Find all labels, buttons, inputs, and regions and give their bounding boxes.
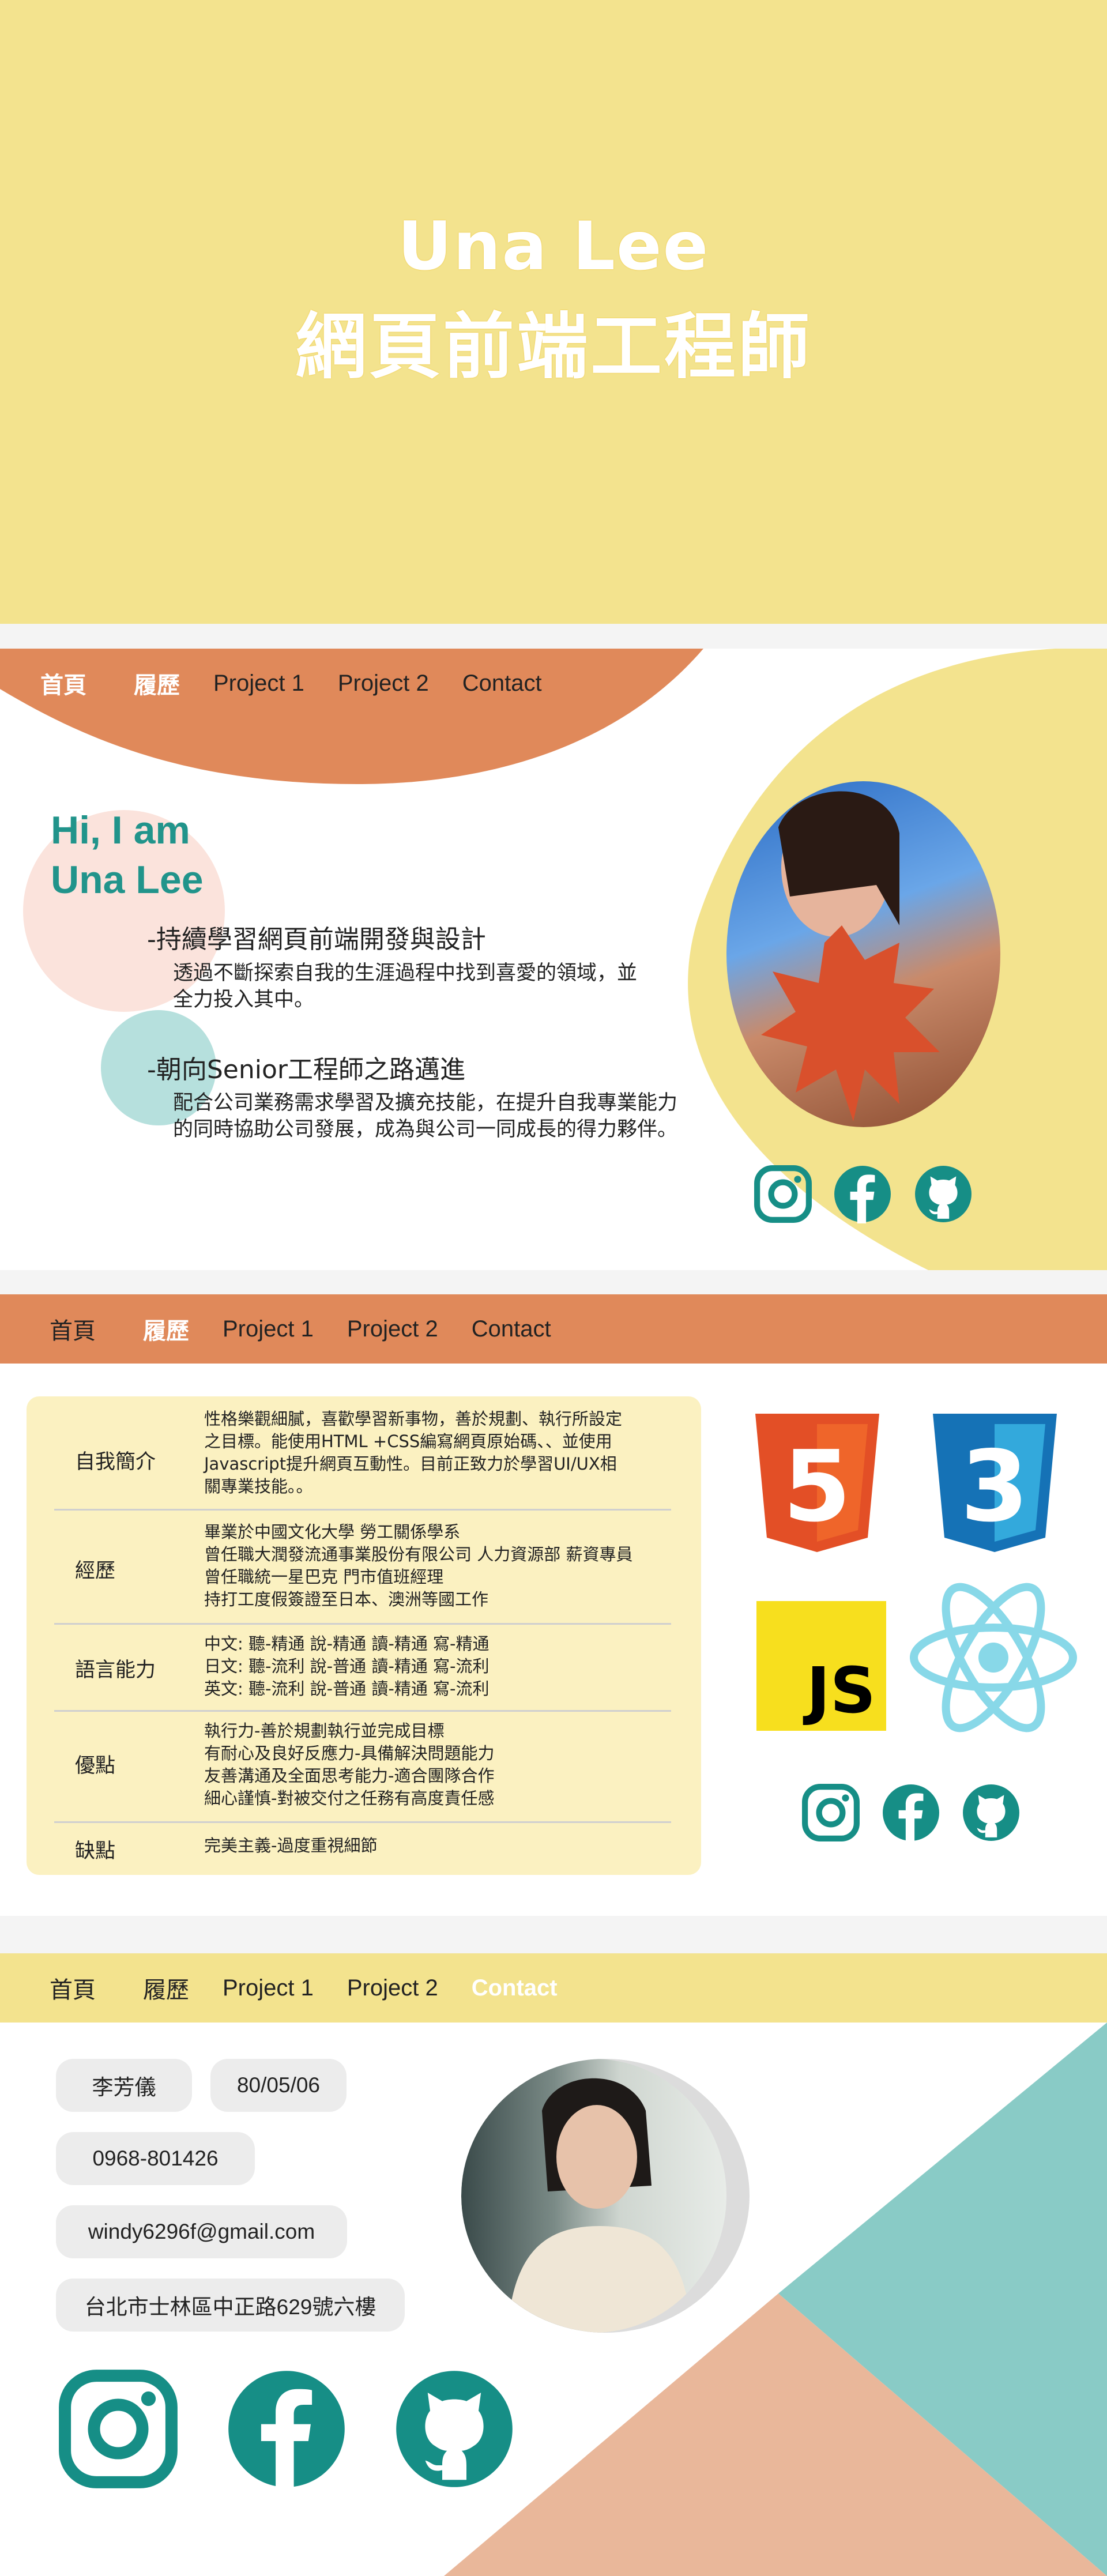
nav-project-1[interactable]: Project 1: [223, 1316, 314, 1342]
hero-role: 網頁前端工程師: [295, 306, 812, 389]
nav-project-2[interactable]: Project 2: [347, 1975, 438, 2001]
contact-photo: [461, 2059, 726, 2333]
nav-project-2[interactable]: Project 2: [338, 671, 429, 696]
resume-row-strengths: 優點 執行力-善於規劃執行並完成目標 有耐心及良好反應力-具備解決問題能力 友善溝通…: [54, 1712, 671, 1823]
resume-row-experience: 經歷 畢業於中國文化大學 勞工關係學系 曾任職大潤發流通事業股份有限公司 人力資源…: [54, 1511, 671, 1625]
row-label: 缺點: [75, 1840, 116, 1863]
contact-photo-frame: [461, 2059, 750, 2333]
goal-title-1: -持續學習網頁前端開發與設計: [147, 925, 486, 954]
hero-name: Una Lee: [397, 208, 710, 285]
nav-resume[interactable]: 履歷: [134, 666, 180, 700]
main-nav: 首頁 履歷 Project 1 Project 2 Contact: [0, 649, 634, 718]
nav-project-1[interactable]: Project 1: [213, 671, 304, 696]
portrait-image: [507, 2078, 692, 2333]
resume-row-weakness: 缺點 完美主義-過度重視細節: [54, 1823, 671, 1869]
maple-leaf-image: [761, 791, 940, 1121]
row-label: 語言能力: [75, 1659, 156, 1682]
greeting-line-2: Una Lee: [51, 858, 204, 902]
goal-title-2: -朝向Senior工程師之路邁進: [147, 1055, 465, 1084]
nav-resume[interactable]: 履歷: [143, 1971, 189, 2005]
nav-contact[interactable]: Contact: [472, 1316, 551, 1342]
greeting-line-1: Hi, I am: [51, 808, 190, 852]
instagram-icon[interactable]: [754, 1165, 812, 1223]
resume-row-language: 語言能力 中文: 聽-精通 說-精通 讀-精通 寫-精通 日文: 聽-流利 說-普…: [54, 1625, 671, 1712]
facebook-icon[interactable]: [833, 1165, 892, 1223]
contact-address: 台北市士林區中正路629號六樓: [56, 2279, 405, 2332]
css3-logo-icon: 3: [933, 1414, 1057, 1552]
instagram-icon[interactable]: [801, 1783, 860, 1842]
row-text: 執行力-善於規劃執行並完成目標 有耐心及良好反應力-具備解決問題能力 友善溝通及全面…: [204, 1721, 495, 1808]
nav-project-1[interactable]: Project 1: [223, 1975, 314, 2001]
contact-name: 李芳儀: [56, 2059, 192, 2112]
about-section: 首頁 履歷 Project 1 Project 2 Contact Hi, I …: [0, 649, 1107, 1270]
hero-banner: Una Lee 網頁前端工程師: [0, 0, 1107, 624]
facebook-icon[interactable]: [882, 1783, 940, 1842]
row-text: 畢業於中國文化大學 勞工關係學系 曾任職大潤發流通事業股份有限公司 人力資源部 薪…: [204, 1522, 633, 1609]
row-text: 完美主義-過度重視細節: [204, 1836, 378, 1855]
nav-resume[interactable]: 履歷: [143, 1312, 189, 1346]
row-label: 優點: [75, 1754, 116, 1777]
goal-text-1: 透過不斷探索自我的生涯過程中找到喜愛的領域，並全力投入其中。: [173, 962, 638, 1011]
facebook-icon[interactable]: [226, 2368, 347, 2490]
row-label: 經歷: [75, 1560, 116, 1583]
nav-contact[interactable]: Contact: [472, 1975, 558, 2001]
react-logo-icon: [910, 1583, 1077, 1733]
nav-home[interactable]: 首頁: [40, 666, 86, 700]
contact-nav: 首頁 履歷 Project 1 Project 2 Contact: [0, 1953, 634, 2023]
resume-card: 自我簡介 性格樂觀細膩，喜歡學習新事物，善於規劃、執行所設定 之目標。能使用HTM…: [27, 1396, 701, 1875]
github-icon[interactable]: [962, 1783, 1021, 1842]
resume-section: 首頁 履歷 Project 1 Project 2 Contact 自我簡介 性…: [0, 1294, 1107, 1916]
profile-photo: [726, 781, 1000, 1127]
row-text: 性格樂觀細膩，喜歡學習新事物，善於規劃、執行所設定 之目標。能使用HTML +CS…: [204, 1409, 623, 1496]
nav-home[interactable]: 首頁: [50, 1971, 96, 2005]
javascript-logo-icon: JS: [756, 1601, 886, 1731]
svg-text:3: 3: [961, 1430, 1029, 1544]
github-icon[interactable]: [914, 1165, 973, 1223]
nav-home[interactable]: 首頁: [50, 1312, 96, 1346]
html5-logo-icon: 5: [755, 1414, 879, 1552]
goal-text-2: 配合公司業務需求學習及擴充技能，在提升自我專業能力的同時協助公司發展，成為與公司…: [173, 1091, 678, 1141]
contact-section: 首頁 履歷 Project 1 Project 2 Contact 李芳儀 80…: [0, 1953, 1107, 2576]
svg-text:5: 5: [783, 1430, 851, 1544]
nav-project-2[interactable]: Project 2: [347, 1316, 438, 1342]
instagram-icon[interactable]: [58, 2368, 179, 2490]
resume-nav: 首頁 履歷 Project 1 Project 2 Contact: [0, 1294, 634, 1364]
contact-email[interactable]: windy6296f@gmail.com: [56, 2205, 347, 2258]
contact-phone: 0968-801426: [56, 2132, 255, 2185]
row-label: 自我簡介: [75, 1451, 156, 1474]
row-text: 中文: 聽-精通 說-精通 讀-精通 寫-精通 日文: 聽-流利 說-普通 讀-精…: [204, 1634, 490, 1698]
contact-birthday: 80/05/06: [210, 2059, 347, 2112]
github-icon[interactable]: [394, 2368, 515, 2490]
nav-contact[interactable]: Contact: [462, 671, 542, 696]
resume-row-intro: 自我簡介 性格樂觀細膩，喜歡學習新事物，善於規劃、執行所設定 之目標。能使用HTM…: [54, 1408, 671, 1511]
